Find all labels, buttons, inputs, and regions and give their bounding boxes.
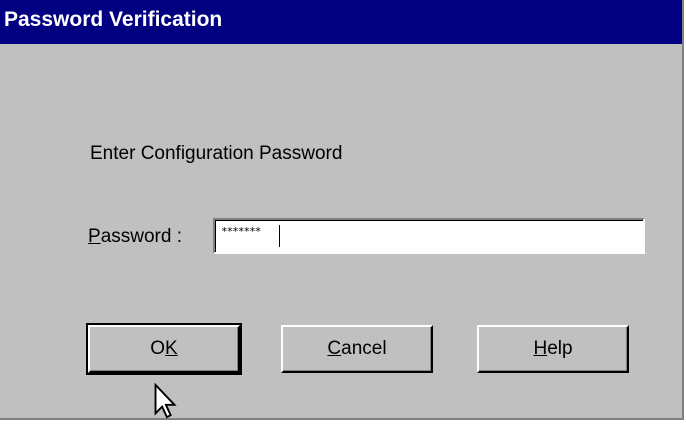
password-verification-dialog: Password Verification Enter Configuratio… [0, 0, 684, 420]
password-label: Password : [88, 226, 182, 248]
cancel-button[interactable]: Cancel [281, 325, 433, 373]
help-button-mnemonic: H [533, 338, 548, 359]
password-label-mnemonic: P [88, 226, 101, 247]
password-label-text: assword : [100, 226, 182, 247]
title-bar[interactable]: Password Verification [0, 0, 682, 44]
cancel-button-mnemonic: C [327, 338, 342, 359]
ok-button-mnemonic: K [165, 338, 178, 359]
cancel-button-label-post: ancel [341, 338, 387, 359]
prompt-text: Enter Configuration Password [90, 143, 343, 164]
password-input[interactable]: ******* [213, 218, 645, 254]
window-title: Password Verification [4, 8, 223, 31]
arrow-cursor-icon [154, 383, 177, 419]
ok-button-label-pre: O [150, 338, 166, 359]
password-masked-value: ******* [221, 225, 261, 238]
text-caret [279, 225, 280, 247]
help-button[interactable]: Help [477, 325, 629, 373]
help-button-label-post: elp [547, 338, 573, 359]
ok-button[interactable]: OK [86, 323, 242, 375]
